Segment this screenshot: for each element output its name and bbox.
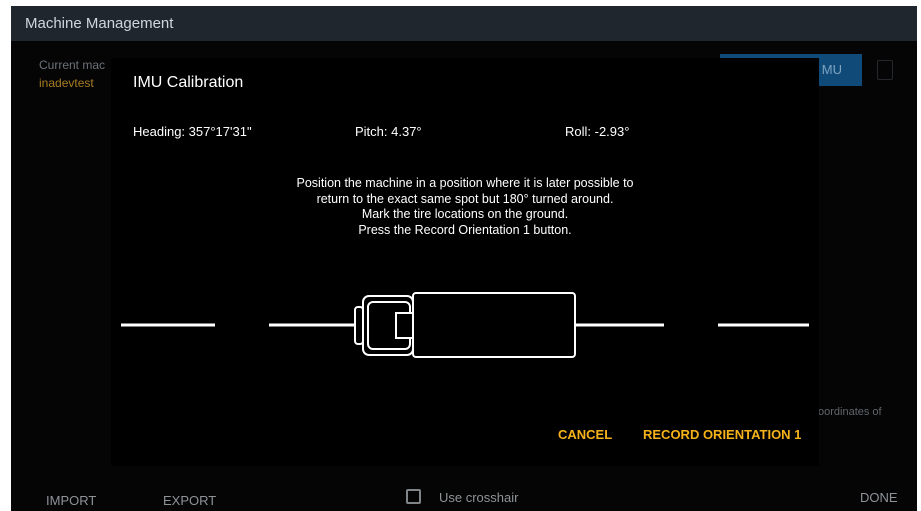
pitch-readout: Pitch: 4.37°: [355, 124, 422, 139]
cancel-button[interactable]: CANCEL: [558, 427, 612, 442]
crosshair-label: Use crosshair: [439, 490, 519, 505]
record-orientation-button[interactable]: RECORD ORIENTATION 1: [643, 427, 801, 442]
app-title: Machine Management: [25, 15, 174, 32]
machine-management-screen: Machine Management Current mac inadevtes…: [11, 6, 917, 511]
instruction-line: Position the machine in a position where…: [296, 176, 634, 190]
instruction-line: Press the Record Orientation 1 button.: [358, 222, 572, 237]
coordinates-text: oordinates of: [818, 406, 882, 418]
heading-readout: Heading: 357°17'31": [133, 124, 252, 139]
more-options-icon[interactable]: [877, 60, 893, 80]
imu-calibration-button-label: MU: [821, 62, 842, 77]
export-button[interactable]: EXPORT: [163, 493, 216, 508]
crosshair-checkbox[interactable]: [406, 489, 421, 504]
machine-orientation-illustration: [121, 292, 809, 358]
instruction-line: Mark the tire locations on the ground.: [361, 207, 569, 221]
import-button[interactable]: IMPORT: [46, 493, 96, 508]
done-button[interactable]: DONE: [860, 490, 898, 505]
current-machine-value: inadevtest: [39, 76, 94, 90]
current-machine-label: Current mac: [39, 58, 106, 72]
app-bar: Machine Management: [11, 6, 917, 41]
instructions: Position the machine in a position where…: [111, 176, 819, 238]
imu-calibration-dialog: IMU Calibration Heading: 357°17'31" Pitc…: [111, 58, 819, 466]
instruction-line: return to the exact same spot but 180° t…: [316, 191, 614, 206]
truck-top-view-icon: [354, 292, 576, 358]
dialog-title: IMU Calibration: [133, 74, 244, 91]
roll-readout: Roll: -2.93°: [565, 124, 630, 139]
